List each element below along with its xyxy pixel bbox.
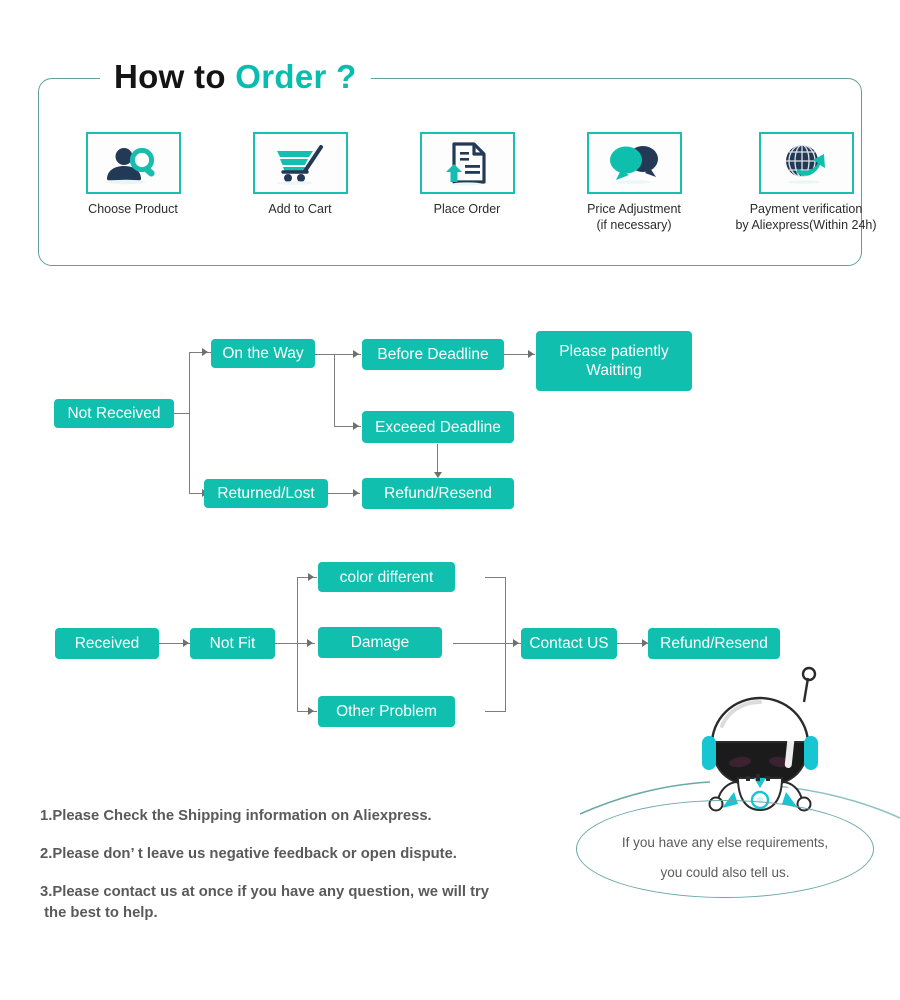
globe-arrow-icon — [758, 132, 854, 194]
arrow-head — [183, 639, 189, 647]
arrow-head — [353, 422, 359, 430]
connector — [174, 413, 190, 415]
page-title-accent: Order ? — [235, 58, 357, 95]
step-label: Choose Product — [57, 201, 209, 217]
connector — [453, 643, 521, 645]
connector — [189, 352, 213, 354]
step-label-line2: (if necessary) — [596, 218, 672, 232]
node-refund-resend[interactable]: Refund/Resend — [362, 478, 514, 509]
astronaut-mascot — [702, 666, 818, 812]
arrow-head — [202, 348, 208, 356]
arrow-head — [353, 489, 359, 497]
step-add-to-cart[interactable]: Add to Cart — [224, 132, 376, 217]
step-payment-verification[interactable]: Payment verification by Aliexpress(Withi… — [725, 132, 887, 233]
step-label-line1: Payment verification — [749, 202, 863, 216]
node-not-fit[interactable]: Not Fit — [190, 628, 275, 659]
connector — [297, 711, 317, 713]
order-steps: Choose Product Add to Cart Place Order P… — [38, 132, 877, 252]
step-label-line1: Price Adjustment — [587, 202, 681, 216]
node-returned-lost[interactable]: Returned/Lost — [204, 479, 328, 508]
step-label-line1: Choose Product — [88, 202, 178, 216]
arrow-head — [528, 350, 534, 358]
document-upload-icon — [419, 132, 515, 194]
arrow-head — [307, 639, 313, 647]
connector — [297, 577, 317, 579]
step-label: Payment verification by Aliexpress(Withi… — [725, 201, 887, 233]
connector — [505, 577, 507, 712]
connector — [297, 577, 299, 712]
arrow-head — [308, 707, 314, 715]
page-title-prefix: How to — [114, 58, 236, 95]
notes-list: 1.Please Check the Shipping information … — [40, 806, 600, 941]
node-damage[interactable]: Damage — [318, 627, 442, 658]
step-choose-product[interactable]: Choose Product — [57, 132, 209, 217]
arrow-head — [353, 350, 359, 358]
person-search-icon — [85, 132, 181, 194]
node-color-different[interactable]: color different — [318, 562, 455, 592]
step-label-line1: Add to Cart — [268, 202, 332, 216]
arrow-head — [308, 573, 314, 581]
node-other-problem[interactable]: Other Problem — [318, 696, 455, 727]
step-label: Price Adjustment (if necessary) — [558, 201, 710, 233]
bubble-line-2: you could also tell us. — [660, 865, 790, 880]
node-not-received[interactable]: Not Received — [54, 399, 174, 428]
node-exceeed-deadline[interactable]: Exceeed Deadline — [362, 411, 514, 443]
note-item: 1.Please Check the Shipping information … — [40, 808, 432, 824]
arrow-head — [513, 639, 519, 647]
bubble-line-1: If you have any else requirements, — [621, 835, 829, 850]
node-please-patiently-waitting[interactable]: Please patiently Waitting — [536, 331, 692, 391]
note-item: 3.Please contact us at once if you have … — [40, 884, 489, 921]
step-label-line1: Place Order — [433, 202, 501, 216]
connector — [189, 352, 191, 494]
connector — [334, 355, 336, 426]
node-before-deadline[interactable]: Before Deadline — [362, 339, 504, 370]
node-refund-resend-2[interactable]: Refund/Resend — [648, 628, 780, 659]
node-contact-us[interactable]: Contact US — [521, 628, 617, 659]
chat-bubbles-icon — [586, 132, 682, 194]
shopping-cart-icon — [252, 132, 348, 194]
connector — [485, 711, 506, 713]
note-item: 2.Please don’ t leave us negative feedba… — [40, 846, 457, 862]
step-label: Place Order — [391, 201, 543, 217]
requirements-bubble: If you have any else requirements, you c… — [576, 800, 874, 898]
page-root: How to Order ? Choose Product Add to Car… — [0, 0, 900, 1000]
step-price-adjustment[interactable]: Price Adjustment (if necessary) — [558, 132, 710, 233]
node-on-the-way[interactable]: On the Way — [211, 339, 315, 368]
page-title: How to Order ? — [100, 52, 371, 102]
step-label: Add to Cart — [224, 201, 376, 217]
connector — [485, 577, 506, 579]
node-received[interactable]: Received — [55, 628, 159, 659]
step-place-order[interactable]: Place Order — [391, 132, 543, 217]
step-label-line2: by Aliexpress(Within 24h) — [735, 218, 877, 232]
